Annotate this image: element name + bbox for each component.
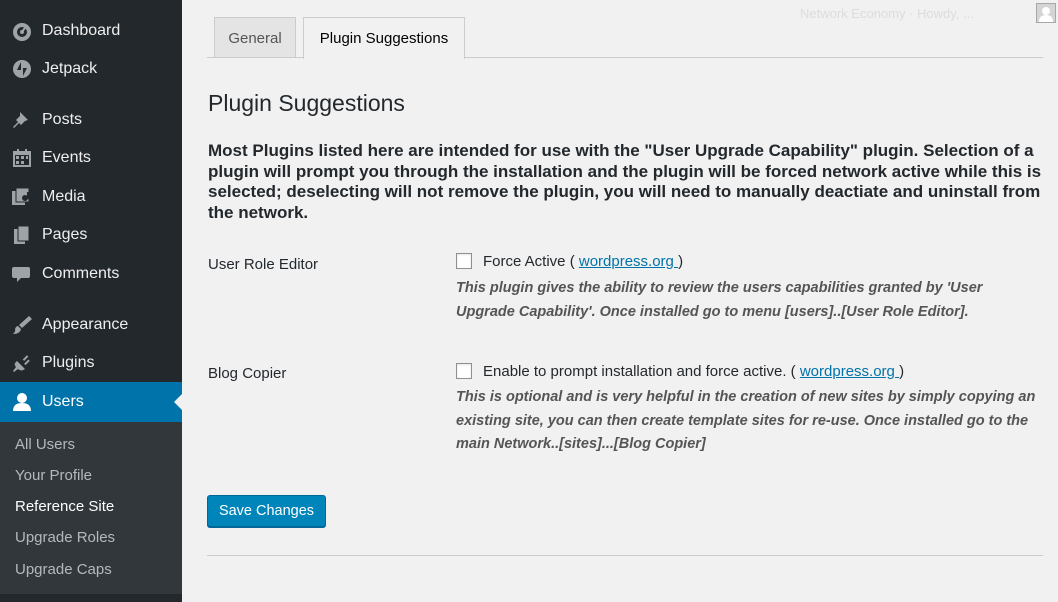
sidebar-item-pages[interactable]: Pages [0,217,182,253]
plug-icon [11,353,33,373]
wp-admin-screen: Dashboard Jetpack Posts Events Media Pag… [0,0,1058,602]
sidebar-item-posts[interactable]: Posts [0,102,182,138]
sidebar-item-label: Plugins [42,354,95,371]
setting-label-user-role-editor: User Role Editor [208,256,319,273]
calendar-icon [11,148,33,168]
sidebar-item-events[interactable]: Events [0,140,182,176]
sidebar-item-label: Comments [42,265,120,282]
blog-copier-option-label[interactable]: Enable to prompt installation and force … [483,363,904,380]
wordpress-org-link[interactable]: wordpress.org [579,253,678,270]
page-description: Most Plugins listed here are intended fo… [208,141,1042,222]
option-text: Force Active ( [483,253,579,270]
wordpress-org-link[interactable]: wordpress.org [800,363,899,380]
option-text-suffix: ) [678,253,684,270]
save-changes-button[interactable]: Save Changes [207,495,326,527]
submenu-item-upgrade-roles[interactable]: Upgrade Roles [15,528,115,548]
jetpack-icon [11,59,33,79]
setting-label-blog-copier: Blog Copier [208,365,287,382]
divider [207,555,1043,556]
submenu-item-upgrade-caps[interactable]: Upgrade Caps [15,560,112,580]
sidebar-item-label: Media [42,188,86,205]
sidebar-item-dashboard[interactable]: Dashboard [0,13,182,49]
user-role-editor-help: This plugin gives the ability to review … [456,280,983,320]
admin-sidebar: Dashboard Jetpack Posts Events Media Pag… [0,0,182,602]
avatar[interactable] [1036,3,1056,23]
blog-copier-checkbox[interactable] [456,363,472,379]
submenu-item-your-profile[interactable]: Your Profile [15,466,92,486]
user-role-editor-checkbox[interactable] [456,253,472,269]
dashboard-icon [11,21,33,41]
option-text: Enable to prompt installation and force … [483,363,800,380]
submenu-item-reference-site[interactable]: Reference Site [15,497,114,517]
current-menu-arrow [174,394,182,410]
pages-icon [11,225,33,245]
sidebar-item-label: Events [42,149,91,166]
user-icon [11,392,33,412]
sidebar-item-label: Pages [42,226,88,243]
user-role-editor-option-label[interactable]: Force Active ( wordpress.org ) [483,253,683,270]
sidebar-item-comments[interactable]: Comments [0,256,182,292]
sidebar-item-media[interactable]: Media [0,179,182,215]
sidebar-item-label: Appearance [42,316,129,333]
sidebar-item-label: Jetpack [42,60,98,77]
comment-icon [11,264,33,284]
tab-plugin-suggestions[interactable]: Plugin Suggestions [303,17,465,59]
toolbar-account-text[interactable]: Network Economy · Howdy, ... [800,6,974,21]
users-submenu: All Users Your Profile Reference Site Up… [0,422,182,594]
media-icon [11,187,33,207]
sidebar-item-label: Users [42,393,84,410]
pin-icon [11,110,33,130]
tab-general[interactable]: General [214,17,296,57]
sidebar-item-jetpack[interactable]: Jetpack [0,51,182,87]
brush-icon [11,315,33,335]
blog-copier-help: This is optional and is very helpful in … [456,389,1036,452]
sidebar-item-label: Dashboard [42,22,121,39]
submenu-item-all-users[interactable]: All Users [15,435,75,455]
sidebar-item-plugins[interactable]: Plugins [0,345,182,381]
sidebar-item-users[interactable]: Users [0,382,182,422]
sidebar-item-label: Posts [42,111,83,128]
sidebar-item-appearance[interactable]: Appearance [0,307,182,343]
option-text-suffix: ) [899,363,905,380]
page-title: Plugin Suggestions [208,90,405,116]
